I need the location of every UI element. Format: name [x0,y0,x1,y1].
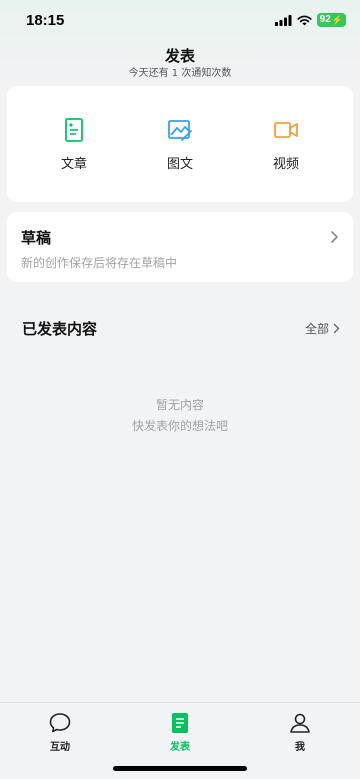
image-text-icon [168,119,192,141]
status-bar: 18:15 92 ⚡ [0,0,360,42]
chevron-right-icon [333,323,340,333]
create-article-label: 文章 [60,156,87,172]
empty-state-title: 暂无内容 [155,398,204,412]
tab-me[interactable]: 我 [255,711,345,779]
document-icon [172,713,188,733]
chevron-right-icon [331,231,338,243]
notification-quota: 今天还有 1 次通知次数 [128,68,232,79]
create-image-text-button[interactable]: 图文 [135,117,225,172]
drafts-card[interactable]: 草稿 新的创作保存后将存在草稿中 [7,212,353,282]
view-all-button[interactable]: 全部 [305,320,340,337]
signal-icon [274,14,292,26]
drafts-description: 新的创作保存后将存在草稿中 [21,256,178,270]
tab-interaction[interactable]: 互动 [15,711,105,779]
tab-me-label: 我 [295,742,305,753]
create-video-label: 视频 [272,156,299,172]
tab-publish-label: 发表 [170,742,190,753]
article-icon [65,117,83,142]
create-video-button[interactable]: 视频 [241,117,331,172]
create-article-button[interactable]: 文章 [29,117,119,172]
chat-bubble-icon [49,713,71,733]
charging-icon: ⚡ [331,15,343,25]
create-options-card: 文章 图文 视频 [7,86,353,202]
video-icon [274,121,298,138]
status-time: 18:15 [26,12,65,29]
person-icon [290,713,310,733]
page-title: 发表 [164,47,195,65]
status-icons: 92 ⚡ [274,13,346,27]
home-indicator [113,766,247,771]
drafts-title: 草稿 [21,229,52,247]
create-image-text-label: 图文 [166,156,193,172]
published-section-header: 已发表内容 全部 [22,318,340,338]
battery-indicator: 92 ⚡ [316,13,346,27]
tab-interaction-label: 互动 [50,742,70,753]
empty-state-hint: 快发表你的想法吧 [131,419,228,433]
published-title: 已发表内容 [22,319,98,338]
view-all-label: 全部 [304,321,329,336]
wifi-icon [297,15,312,25]
battery-level: 92 [319,14,331,25]
